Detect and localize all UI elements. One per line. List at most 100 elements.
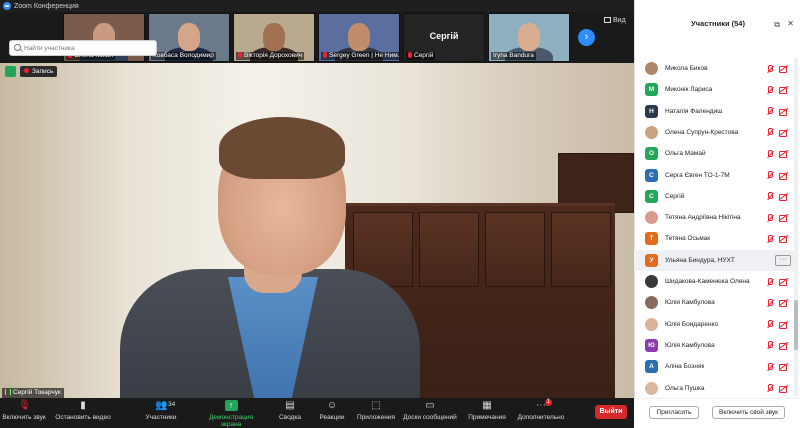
mic-muted-icon xyxy=(766,277,774,286)
grid-icon xyxy=(604,17,611,23)
more-options-button[interactable]: ··· xyxy=(775,254,791,266)
close-icon[interactable]: ✕ xyxy=(787,19,794,28)
mic-muted-icon xyxy=(766,128,774,136)
toolbar-participants-button[interactable]: 👥 34 Участники xyxy=(131,400,191,421)
participant-name: Сергій xyxy=(665,192,685,200)
mic-muted-icon xyxy=(323,52,327,58)
mic-muted-icon xyxy=(766,192,774,200)
thumbnail-name-label: Sergey Green | Не Ним... xyxy=(321,52,399,60)
participant-name: Юлія Камбулова xyxy=(665,299,715,307)
camera-off-icon xyxy=(779,342,788,350)
recording-indicator[interactable]: Запись xyxy=(20,66,58,77)
toolbar-label: Примечания xyxy=(468,414,506,421)
shelf-panel xyxy=(485,212,545,287)
view-button[interactable]: Вид xyxy=(604,17,626,24)
participant-row[interactable]: О Ольга Мамай xyxy=(634,143,794,164)
participant-thumbnail[interactable]: Iryna Bandura xyxy=(488,13,570,62)
avatar: С xyxy=(645,189,658,203)
participant-row[interactable]: С Сергій xyxy=(634,186,794,207)
toolbar-label: Включить звук xyxy=(2,414,46,421)
participant-name: Серга Євген ТО-1-7М xyxy=(665,171,730,179)
participant-row[interactable]: Олена Супрун-Крестова xyxy=(634,122,794,143)
participant-name: Юлія Бондаренко xyxy=(665,320,719,328)
participant-thumbnail[interactable]: Ковбаса Володимир xyxy=(148,13,230,62)
notification-badge: 1 xyxy=(544,399,552,406)
toolbar-mic-muted-button[interactable]: 🎙 Включить звук xyxy=(0,400,54,421)
participant-thumbnail[interactable]: Сергій Сергій xyxy=(403,13,485,62)
participant-row[interactable]: Микола Биков xyxy=(634,58,794,79)
thumbnail-display-name: Сергій xyxy=(429,31,459,41)
toolbar-label: Дополнительно xyxy=(517,414,565,421)
invite-button[interactable]: Пригласить xyxy=(649,406,699,419)
camera-off-icon xyxy=(779,385,788,393)
participant-thumbnail[interactable]: Sergey Green | Не Ним... xyxy=(318,13,400,62)
thumbnail-name-label: Вікторія Дорохович xyxy=(236,52,305,60)
participant-row[interactable]: М Миконік Лариса xyxy=(634,79,794,100)
reactions-icon: ☺ xyxy=(326,400,338,411)
next-page-button[interactable]: › xyxy=(578,29,595,46)
main-video[interactable] xyxy=(0,63,634,398)
toolbar-label: Приложения xyxy=(356,414,396,421)
avatar: Ю xyxy=(645,338,658,352)
camera-off-icon xyxy=(779,193,788,201)
participant-name: Миконік Лариса xyxy=(665,86,713,94)
participant-name: Ольга Мамай xyxy=(665,150,706,158)
thumbnail-person-face xyxy=(518,23,540,51)
audio-level-icon xyxy=(5,389,11,395)
unmute-self-button[interactable]: Включить свой звук xyxy=(712,406,785,419)
participant-row[interactable]: А Аліна Бозняк xyxy=(634,356,794,377)
thumbnail-name: Сергій xyxy=(414,52,434,59)
thumbnail-person-face xyxy=(348,23,370,51)
window-title: Zoom Конференция xyxy=(14,2,79,10)
participant-search-input[interactable] xyxy=(9,40,157,56)
toolbar-share-screen-button[interactable]: ↑ Демонстрация экрана xyxy=(201,400,261,428)
avatar: А xyxy=(645,360,658,374)
avatar xyxy=(645,125,658,139)
speaker-hair xyxy=(219,117,345,179)
avatar: О xyxy=(645,147,658,161)
participant-row[interactable]: Юлія Камбулова xyxy=(634,292,794,313)
participant-name: Наталія Фалендиш xyxy=(665,107,723,115)
zoom-window: Zoom Конференция Олена КоханКовбаса Воло… xyxy=(0,0,800,428)
mic-muted-icon xyxy=(766,362,774,371)
toolbar-video-camera-button[interactable]: ▮ Остановить видео xyxy=(53,400,113,421)
participant-row[interactable]: Ольга Пушка xyxy=(634,378,794,399)
record-label: Запись xyxy=(32,68,54,75)
camera-off-icon xyxy=(779,108,788,116)
mic-muted-icon xyxy=(766,298,774,307)
camera-off-icon xyxy=(779,235,788,244)
thumbnail-name-label: Сергій xyxy=(406,52,436,60)
participant-row[interactable]: У Ульяна Биндура, НУХТ ··· xyxy=(634,249,794,271)
mic-muted-icon: 🎙 xyxy=(18,400,31,411)
thumbnail-person-face xyxy=(263,23,285,51)
toolbar-label: Демонстрация экрана xyxy=(208,414,254,428)
share-screen-icon: ↑ xyxy=(224,400,238,411)
participant-row[interactable]: Н Наталія Фалендиш xyxy=(634,101,794,122)
thumbnail-name-label: Ковбаса Володимир xyxy=(151,52,216,60)
security-shield-icon[interactable] xyxy=(5,66,16,77)
scrollbar-thumb[interactable] xyxy=(794,300,798,350)
participant-row[interactable]: С Серга Євген ТО-1-7М xyxy=(634,165,794,186)
camera-off-icon xyxy=(779,214,788,223)
mic-muted-icon xyxy=(408,52,412,58)
participant-thumbnail[interactable]: Вікторія Дорохович xyxy=(233,13,315,62)
avatar: У xyxy=(645,253,658,267)
participant-row[interactable]: Тетяна Андріївна Нікітіна xyxy=(634,207,794,228)
apps-icon: ⬚ xyxy=(371,400,381,411)
participant-row[interactable]: Юлія Бондаренко xyxy=(634,314,794,335)
participant-row[interactable]: Т Тетяна Осьмак xyxy=(634,228,794,249)
participant-name: Шидакова-Каменюка Олена xyxy=(665,278,750,285)
leave-button[interactable]: Выйти xyxy=(595,405,627,419)
participant-name: Ульяна Биндура, НУХТ xyxy=(665,256,735,264)
avatar xyxy=(645,296,658,310)
toolbar-notes-button[interactable]: ▦ Примечания xyxy=(457,400,517,421)
whiteboard-icon: ▭ xyxy=(425,400,435,411)
avatar xyxy=(645,381,658,395)
popout-icon[interactable]: ⧉ xyxy=(774,20,780,30)
toolbar-apps-button[interactable]: ⬚ Приложения xyxy=(346,400,406,421)
toolbar-more-button[interactable]: ⋯ 1 Дополнительно xyxy=(511,399,571,421)
participant-row[interactable]: Ю Юлія Камбулова xyxy=(634,335,794,356)
video-camera-icon: ▮ xyxy=(80,400,86,411)
toolbar-whiteboard-button[interactable]: ▭ Доски сообщений xyxy=(400,400,460,421)
participant-row[interactable]: Шидакова-Каменюка Олена xyxy=(634,271,794,292)
